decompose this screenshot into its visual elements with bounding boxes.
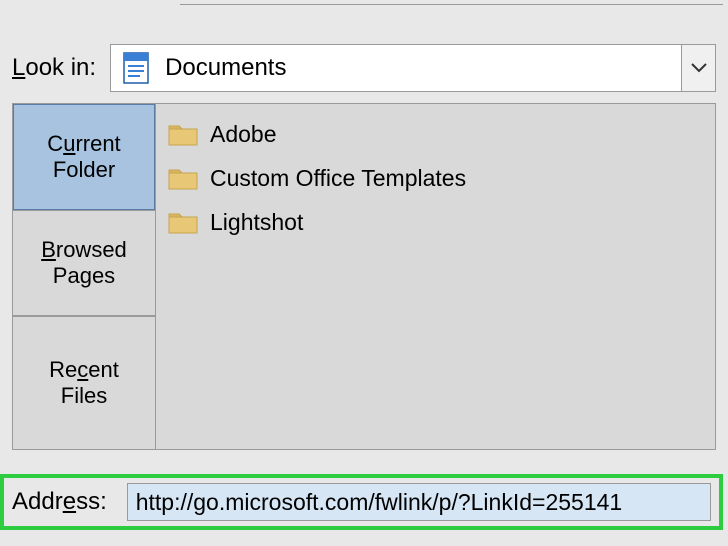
folder-name: Lightshot xyxy=(210,209,303,236)
file-list[interactable]: Adobe Custom Office Templates Lightshot xyxy=(156,104,715,449)
folder-name: Adobe xyxy=(210,121,277,148)
folder-item[interactable]: Lightshot xyxy=(160,200,711,244)
main-area: CurrentFolder BrowsedPages RecentFiles A… xyxy=(12,103,716,450)
lookin-label: Look in: xyxy=(12,54,96,82)
documents-icon xyxy=(123,52,149,84)
divider xyxy=(180,4,723,5)
sidebar: CurrentFolder BrowsedPages RecentFiles xyxy=(13,104,156,449)
folder-icon xyxy=(168,122,198,146)
lookin-dropdown-button[interactable] xyxy=(681,45,715,91)
address-input[interactable] xyxy=(127,483,711,521)
folder-item[interactable]: Adobe xyxy=(160,112,711,156)
folder-icon xyxy=(168,210,198,234)
lookin-combobox[interactable]: Documents xyxy=(110,44,716,92)
chevron-down-icon xyxy=(691,63,707,73)
lookin-value: Documents xyxy=(165,54,286,82)
folder-item[interactable]: Custom Office Templates xyxy=(160,156,711,200)
folder-icon xyxy=(168,166,198,190)
tab-browsed-pages[interactable]: BrowsedPages xyxy=(13,210,155,316)
lookin-row: Look in: Documents xyxy=(12,44,716,92)
folder-name: Custom Office Templates xyxy=(210,165,466,192)
address-row: Address: xyxy=(0,474,723,530)
address-label: Address: xyxy=(12,488,107,516)
tab-recent-files[interactable]: RecentFiles xyxy=(13,316,155,449)
tab-current-folder[interactable]: CurrentFolder xyxy=(13,104,155,210)
